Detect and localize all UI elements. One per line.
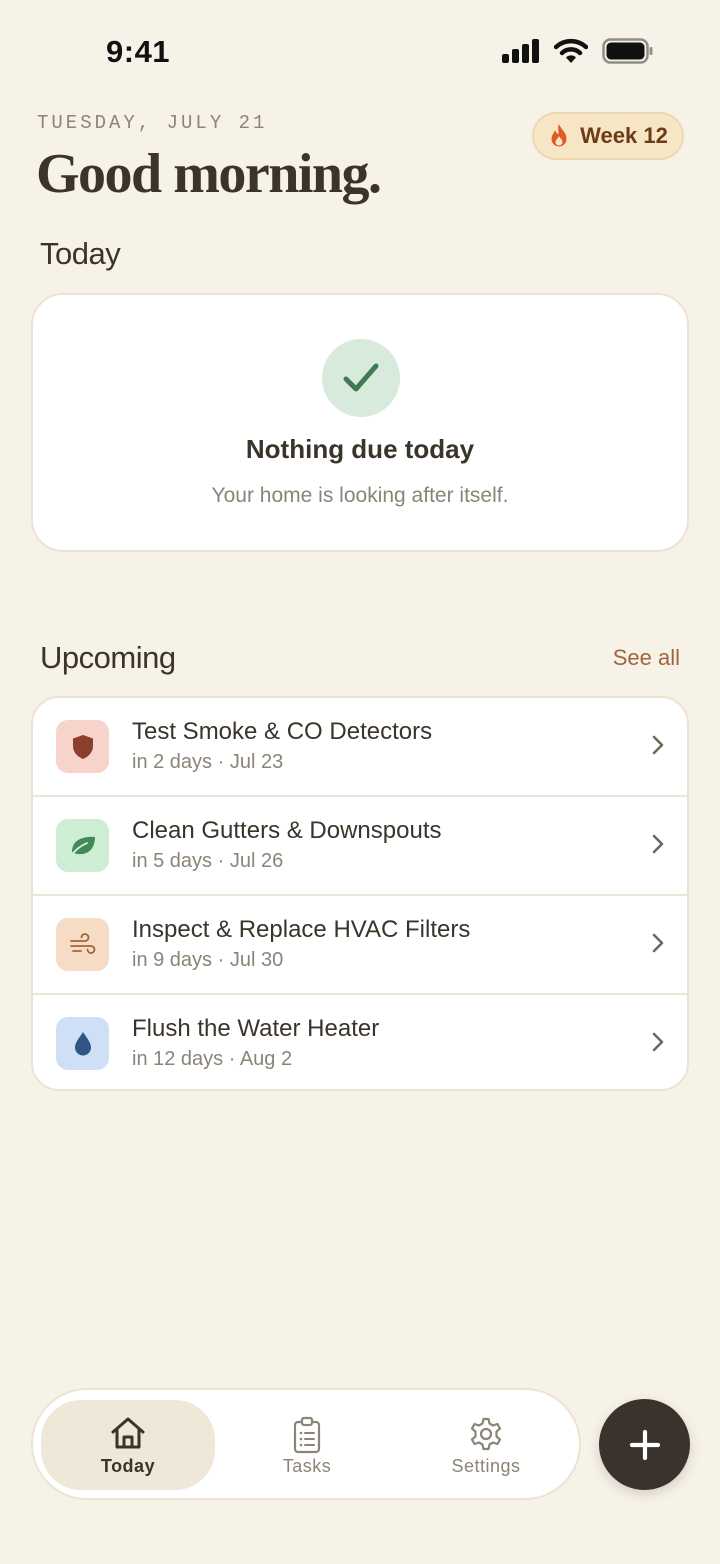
today-empty-subtext: Your home is looking after itself. [211,484,509,507]
task-icon-tile [56,918,109,971]
date-label: TUESDAY, JULY 21 [37,112,268,134]
tab-label: Tasks [282,1456,332,1476]
leaf-icon [69,836,95,857]
tab-settings[interactable]: Settings [399,1400,573,1490]
status-bar: 9:41 [0,0,720,100]
task-row[interactable]: Inspect & Replace HVAC Filters in 9 days… [33,896,687,995]
battery-icon [602,38,653,64]
flame-icon [551,124,567,147]
clipboard-icon [293,1416,321,1454]
add-task-button[interactable] [599,1399,690,1490]
task-title: Clean Gutters & Downspouts [132,817,442,844]
task-row[interactable]: Clean Gutters & Downspouts in 5 days · J… [33,797,687,896]
streak-label: Week 12 [580,123,668,148]
task-title: Flush the Water Heater [132,1015,380,1042]
check-icon [343,363,379,392]
task-due: in 5 days · Jul 26 [132,850,284,872]
upcoming-section-title: Upcoming [40,640,176,675]
chevron-right-icon [652,1032,664,1052]
tab-today[interactable]: Today [41,1400,215,1490]
task-icon-tile [56,1017,109,1070]
status-time: 9:41 [106,34,171,69]
chevron-right-icon [652,834,664,854]
task-due: in 12 days · Aug 2 [132,1048,293,1070]
see-all-link[interactable]: See all [613,645,680,671]
today-section-title: Today [40,236,121,271]
cellular-signal-icon [502,39,539,63]
task-due: in 9 days · Jul 30 [132,949,284,971]
wifi-icon [554,38,588,63]
tab-bar: Today Tasks Settings [31,1388,581,1500]
home-icon [111,1417,145,1449]
chevron-right-icon [652,933,664,953]
task-due: in 2 days · Jul 23 [132,751,284,773]
tab-label: Settings [451,1456,521,1476]
tab-label: Today [100,1456,156,1476]
drop-icon [74,1031,91,1055]
task-icon-tile [56,720,109,773]
gear-icon [470,1417,502,1451]
task-title: Inspect & Replace HVAC Filters [132,916,471,943]
wind-icon [69,932,95,954]
streak-badge[interactable]: Week 12 [532,112,684,160]
page-title: Good morning. [36,143,382,205]
tab-tasks[interactable]: Tasks [220,1400,394,1490]
task-row[interactable]: Test Smoke & CO Detectors in 2 days · Ju… [33,698,687,797]
shield-icon [72,734,93,759]
task-title: Test Smoke & CO Detectors [132,718,433,745]
today-empty-headline: Nothing due today [245,434,475,464]
task-icon-tile [56,819,109,872]
upcoming-list: Test Smoke & CO Detectors in 2 days · Ju… [31,696,689,1091]
status-icons [502,38,654,64]
today-card: Nothing due today Your home is looking a… [31,293,689,552]
check-badge [322,339,400,417]
chevron-right-icon [652,735,664,755]
plus-icon [629,1429,660,1460]
task-row[interactable]: Flush the Water Heater in 12 days · Aug … [33,995,687,1089]
